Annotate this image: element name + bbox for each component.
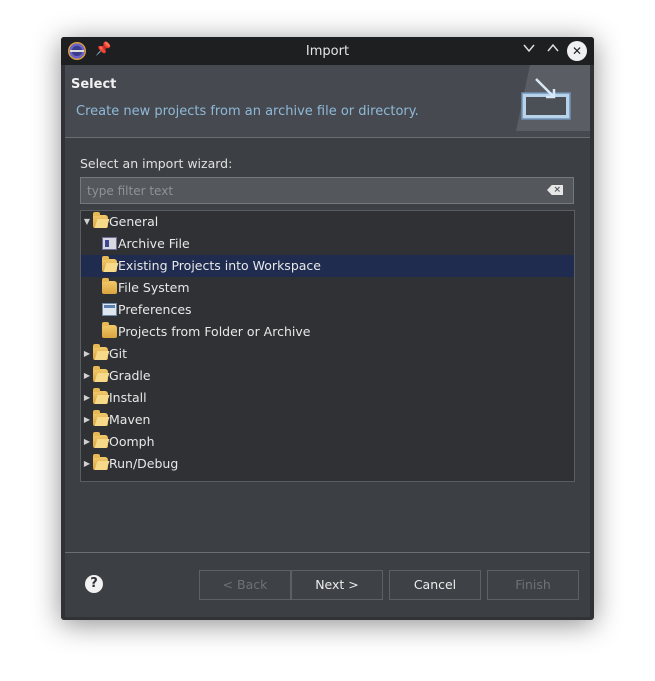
tree-item-label: Preferences — [118, 302, 192, 317]
tree-item-existing-projects[interactable]: Existing Projects into Workspace — [81, 255, 574, 277]
tree-item-label: Maven — [109, 412, 151, 427]
collapsed-arrow-icon[interactable]: ▶ — [82, 453, 92, 475]
tree-item-label: Install — [109, 390, 147, 405]
tree-item-label: General — [109, 214, 159, 229]
tree-item-git[interactable]: ▶ Git — [81, 343, 574, 365]
tree-item-archive-file[interactable]: Archive File — [81, 233, 574, 255]
close-button[interactable]: ✕ — [567, 41, 587, 61]
tree-item-label: Run/Debug — [109, 456, 179, 471]
folder-open-icon — [93, 388, 108, 404]
tree-item-label: Projects from Folder or Archive — [118, 324, 311, 339]
folder-open-icon — [93, 366, 108, 382]
window-title: Import — [305, 44, 350, 59]
tree-item-oomph[interactable]: ▶ Oomph — [81, 431, 574, 453]
help-icon[interactable]: ? — [85, 575, 103, 593]
wizard-content: Select an import wizard: × ▼ General Arc… — [65, 138, 590, 552]
folder-icon — [102, 322, 117, 338]
finish-button[interactable]: Finish — [487, 570, 579, 600]
collapsed-arrow-icon[interactable]: ▶ — [82, 365, 92, 387]
import-banner-icon — [516, 65, 590, 131]
filter-field[interactable]: × — [80, 177, 574, 204]
minimize-button[interactable] — [519, 41, 539, 61]
folder-open-icon — [93, 454, 108, 470]
archive-file-icon — [102, 237, 117, 250]
tree-item-install[interactable]: ▶ Install — [81, 387, 574, 409]
folder-open-icon — [93, 344, 108, 360]
page-description: Create new projects from an archive file… — [76, 104, 419, 119]
back-button[interactable]: < Back — [199, 570, 291, 600]
tree-item-gradle[interactable]: ▶ Gradle — [81, 365, 574, 387]
tree-item-preferences[interactable]: Preferences — [81, 299, 574, 321]
collapsed-arrow-icon[interactable]: ▶ — [82, 409, 92, 431]
folder-open-icon — [93, 212, 108, 228]
tree-item-label: Gradle — [109, 368, 151, 383]
tree-item-projects-from-folder[interactable]: Projects from Folder or Archive — [81, 321, 574, 343]
chevron-up-icon — [547, 43, 559, 52]
cancel-button[interactable]: Cancel — [389, 570, 481, 600]
tree-item-label: Existing Projects into Workspace — [118, 258, 321, 273]
tree-item-label: Git — [109, 346, 128, 361]
import-dialog: 📌 Import ✕ Select Create new projects fr… — [61, 37, 594, 620]
collapsed-arrow-icon[interactable]: ▶ — [82, 431, 92, 453]
tree-item-run-debug[interactable]: ▶ Run/Debug — [81, 453, 574, 475]
tree-item-label: Oomph — [109, 434, 155, 449]
projects-folder-icon — [102, 256, 117, 272]
collapsed-arrow-icon[interactable]: ▶ — [82, 343, 92, 365]
folder-icon — [102, 278, 117, 294]
title-bar[interactable]: 📌 Import ✕ — [61, 37, 594, 65]
preferences-icon — [102, 303, 117, 316]
next-button[interactable]: Next > — [291, 570, 383, 600]
maximize-button[interactable] — [543, 41, 563, 61]
tree-item-label: File System — [118, 280, 190, 295]
chevron-down-icon — [523, 44, 535, 53]
tree-item-file-system[interactable]: File System — [81, 277, 574, 299]
tree-item-general[interactable]: ▼ General — [81, 211, 574, 233]
filter-input[interactable] — [81, 178, 553, 203]
folder-open-icon — [93, 432, 108, 448]
import-wizard-label: Select an import wizard: — [80, 156, 233, 171]
folder-open-icon — [93, 410, 108, 426]
close-icon: ✕ — [571, 44, 583, 58]
button-bar: ? < Back Next > Cancel Finish — [65, 552, 590, 617]
expanded-arrow-icon[interactable]: ▼ — [82, 211, 92, 233]
wizard-header: Select Create new projects from an archi… — [65, 65, 590, 138]
page-title: Select — [71, 77, 117, 92]
tree-item-maven[interactable]: ▶ Maven — [81, 409, 574, 431]
wizard-tree[interactable]: ▼ General Archive File Existing Projects… — [80, 210, 575, 482]
collapsed-arrow-icon[interactable]: ▶ — [82, 387, 92, 409]
tree-item-label: Archive File — [118, 236, 190, 251]
